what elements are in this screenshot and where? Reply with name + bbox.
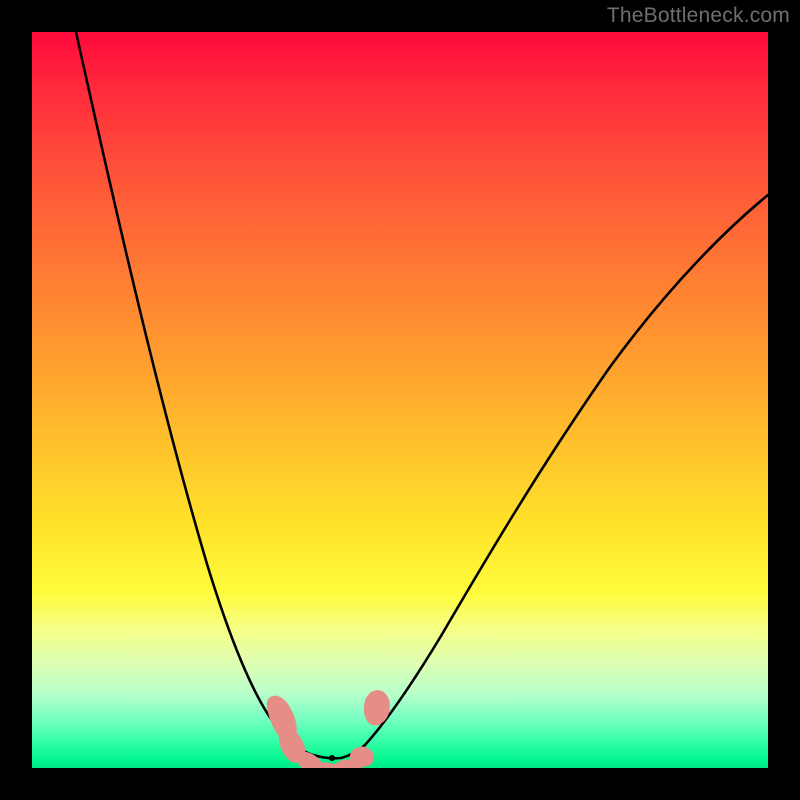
watermark-text: TheBottleneck.com (607, 4, 790, 28)
marker-blob-7 (364, 690, 390, 725)
marker-blob-6 (350, 746, 374, 767)
marker-layer (32, 32, 768, 768)
chart-frame: TheBottleneck.com (0, 0, 800, 800)
plot-area (32, 32, 768, 768)
marker-center-dot (329, 755, 335, 761)
